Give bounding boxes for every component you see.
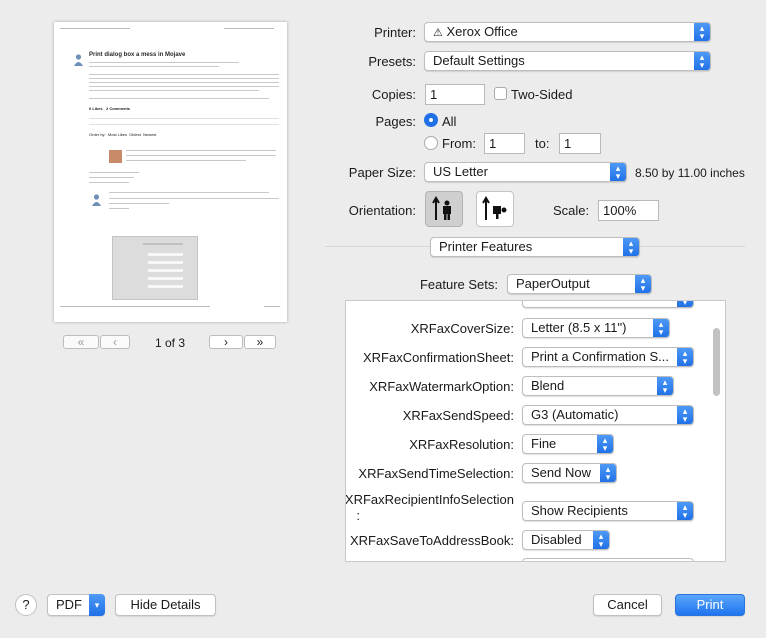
pages-from-label: From: <box>442 136 476 151</box>
feature-label: XRFaxRecipientInfoSelection <box>345 492 514 507</box>
xrfax-send-time-selection-popup[interactable]: Send Now ▴ ▾ <box>522 463 617 483</box>
feature-value: G3 (Automatic) <box>531 407 619 422</box>
feature-sets-label: Feature Sets: <box>419 277 498 292</box>
copies-field[interactable]: 1 <box>425 84 485 105</box>
paper-dimensions: 8.50 by 11.00 inches <box>635 166 745 180</box>
cancel-button[interactable]: Cancel <box>593 594 662 616</box>
chevron-updown-icon: ▴▾ <box>677 502 693 520</box>
paper-size-value: US Letter <box>433 164 488 179</box>
xrfax-confirmation-sheet-popup[interactable]: Print a Confirmation S... ▴ ▾ <box>522 347 694 367</box>
feature-value: Print a Confirmation S... <box>531 349 669 364</box>
two-sided-checkbox[interactable] <box>494 87 507 100</box>
xrfax-save-to-address-book-popup[interactable]: Disabled ▴ ▾ <box>522 530 610 550</box>
feature-label: XRFaxWatermarkOption: <box>369 379 514 394</box>
chevron-updown-icon: ▴▾ <box>694 52 710 70</box>
portrait-orientation-button[interactable] <box>425 191 463 227</box>
print-button[interactable]: Print <box>675 594 745 616</box>
xrfax-cover-size-popup[interactable]: Letter (8.5 x 11") ▴ ▾ <box>522 318 670 338</box>
feature-value: Disabled <box>531 532 582 547</box>
paper-size-label: Paper Size: <box>348 165 416 180</box>
preview-avatar-icon <box>74 54 83 66</box>
chevron-updown-icon: ▴▾ <box>677 348 693 366</box>
feature-label: XRFaxSendSpeed: <box>402 408 514 423</box>
feature-sets-value: PaperOutput <box>516 276 590 291</box>
two-sided-label: Two-Sided <box>511 87 573 102</box>
pdf-label: PDF <box>56 597 82 612</box>
pages-all-label: All <box>442 114 457 129</box>
help-button[interactable]: ? <box>15 594 37 616</box>
pages-to-field[interactable]: 1 <box>559 133 601 154</box>
scale-field[interactable]: 100% <box>598 200 659 221</box>
feature-label: XRFaxResolution: <box>409 437 514 452</box>
feature-sets-popup[interactable]: PaperOutput ▴ ▾ <box>507 274 652 294</box>
feature-label: XRFaxConfirmationSheet: <box>362 350 514 365</box>
preview-comments: 2 Comments <box>106 106 131 111</box>
chevron-updown-icon: ▴▾ <box>677 301 693 307</box>
printer-popup[interactable]: ⚠ Xerox Office ▴ ▾ <box>424 22 711 42</box>
scale-label: Scale: <box>553 203 590 218</box>
feature-value: Show Recipients <box>531 503 628 518</box>
pages-from-field[interactable]: 1 <box>484 133 525 154</box>
section-popup[interactable]: Printer Features ▴ ▾ <box>430 237 640 257</box>
page-preview: Print dialog box a mess in Mojave 0 Like… <box>54 22 287 322</box>
page-indicator: 1 of 3 <box>154 336 186 350</box>
chevron-updown-icon: ▴▾ <box>600 464 616 482</box>
pages-all-radio[interactable] <box>424 113 438 127</box>
chevron-updown-icon: ▴▾ <box>657 377 673 395</box>
feature-value: Blend <box>531 378 565 393</box>
xrfax-recipient-info-selection-popup[interactable]: Show Recipients ▴ ▾ <box>522 501 694 521</box>
landscape-icon <box>482 196 507 220</box>
pages-to-label: to: <box>535 136 550 151</box>
previous-page-button[interactable]: ‹ <box>100 335 130 349</box>
section-popup-value: Printer Features <box>439 239 533 254</box>
paper-size-popup[interactable]: US Letter ▴ ▾ <box>424 162 627 182</box>
chevron-updown-icon: ▴▾ <box>597 435 613 453</box>
xrfax-watermark-option-popup[interactable]: Blend ▴ ▾ <box>522 376 674 396</box>
chevron-updown-icon: ▴▾ <box>677 406 693 424</box>
preview-likes: 0 Likes <box>89 106 103 111</box>
chevron-updown-icon: ▴▾ <box>694 23 710 41</box>
pages-label: Pages: <box>375 114 416 129</box>
feature-label: XRFaxCoverSize: <box>410 321 514 336</box>
partial-popup-bottom[interactable] <box>522 558 694 561</box>
feature-value: Fine <box>531 436 557 451</box>
xrfax-resolution-popup[interactable]: Fine ▴ ▾ <box>522 434 614 454</box>
partial-popup-top[interactable]: ▴▾ <box>522 301 694 308</box>
orientation-label: Orientation: <box>348 203 416 218</box>
vertical-scrollbar[interactable] <box>713 328 720 396</box>
feature-value: Letter (8.5 x 11") <box>531 320 627 335</box>
next-page-button[interactable]: › <box>209 335 243 349</box>
copies-label: Copies: <box>371 87 416 102</box>
xrfax-send-speed-popup[interactable]: G3 (Automatic) ▴ ▾ <box>522 405 694 425</box>
preview-comment-image <box>109 150 122 163</box>
feature-label: XRFaxSaveToAddressBook: <box>349 533 514 548</box>
hide-details-button[interactable]: Hide Details <box>115 594 216 616</box>
preview-title: Print dialog box a mess in Mojave <box>89 52 186 58</box>
printer-label: Printer: <box>374 25 416 40</box>
chevron-down-icon: ▾ <box>89 594 105 616</box>
landscape-orientation-button[interactable] <box>476 191 514 227</box>
feature-value: Send Now <box>531 465 591 480</box>
pages-from-radio[interactable] <box>424 136 438 150</box>
chevron-updown-icon: ▴▾ <box>635 275 651 293</box>
chevron-updown-icon: ▴▾ <box>593 531 609 549</box>
last-page-button[interactable]: » <box>244 335 276 349</box>
feature-label-suffix: : <box>356 508 360 523</box>
first-page-button[interactable]: « <box>63 335 99 349</box>
chevron-updown-icon: ▴▾ <box>610 163 626 181</box>
chevron-updown-icon: ▴▾ <box>653 319 669 337</box>
printer-features-list[interactable]: ▴▾ XRFaxCoverSize: Letter (8.5 x 11") ▴▾… <box>345 300 726 562</box>
feature-label: XRFaxSendTimeSelection: <box>358 466 514 481</box>
warning-icon: ⚠ <box>433 27 443 39</box>
presets-label: Presets: <box>368 54 416 69</box>
preview-reply-avatar-icon <box>92 194 101 206</box>
printer-value: Xerox Office <box>446 24 518 39</box>
preview-order-tabs: Order by: Most Likes Oldest Newest <box>89 132 157 137</box>
presets-popup[interactable]: Default Settings ▴ ▾ <box>424 51 711 71</box>
portrait-icon <box>432 196 451 220</box>
presets-value: Default Settings <box>433 53 525 68</box>
pdf-menu-button[interactable]: PDF ▾ <box>47 594 105 616</box>
preview-screenshot-image <box>112 236 198 300</box>
chevron-updown-icon: ▴▾ <box>623 238 639 256</box>
